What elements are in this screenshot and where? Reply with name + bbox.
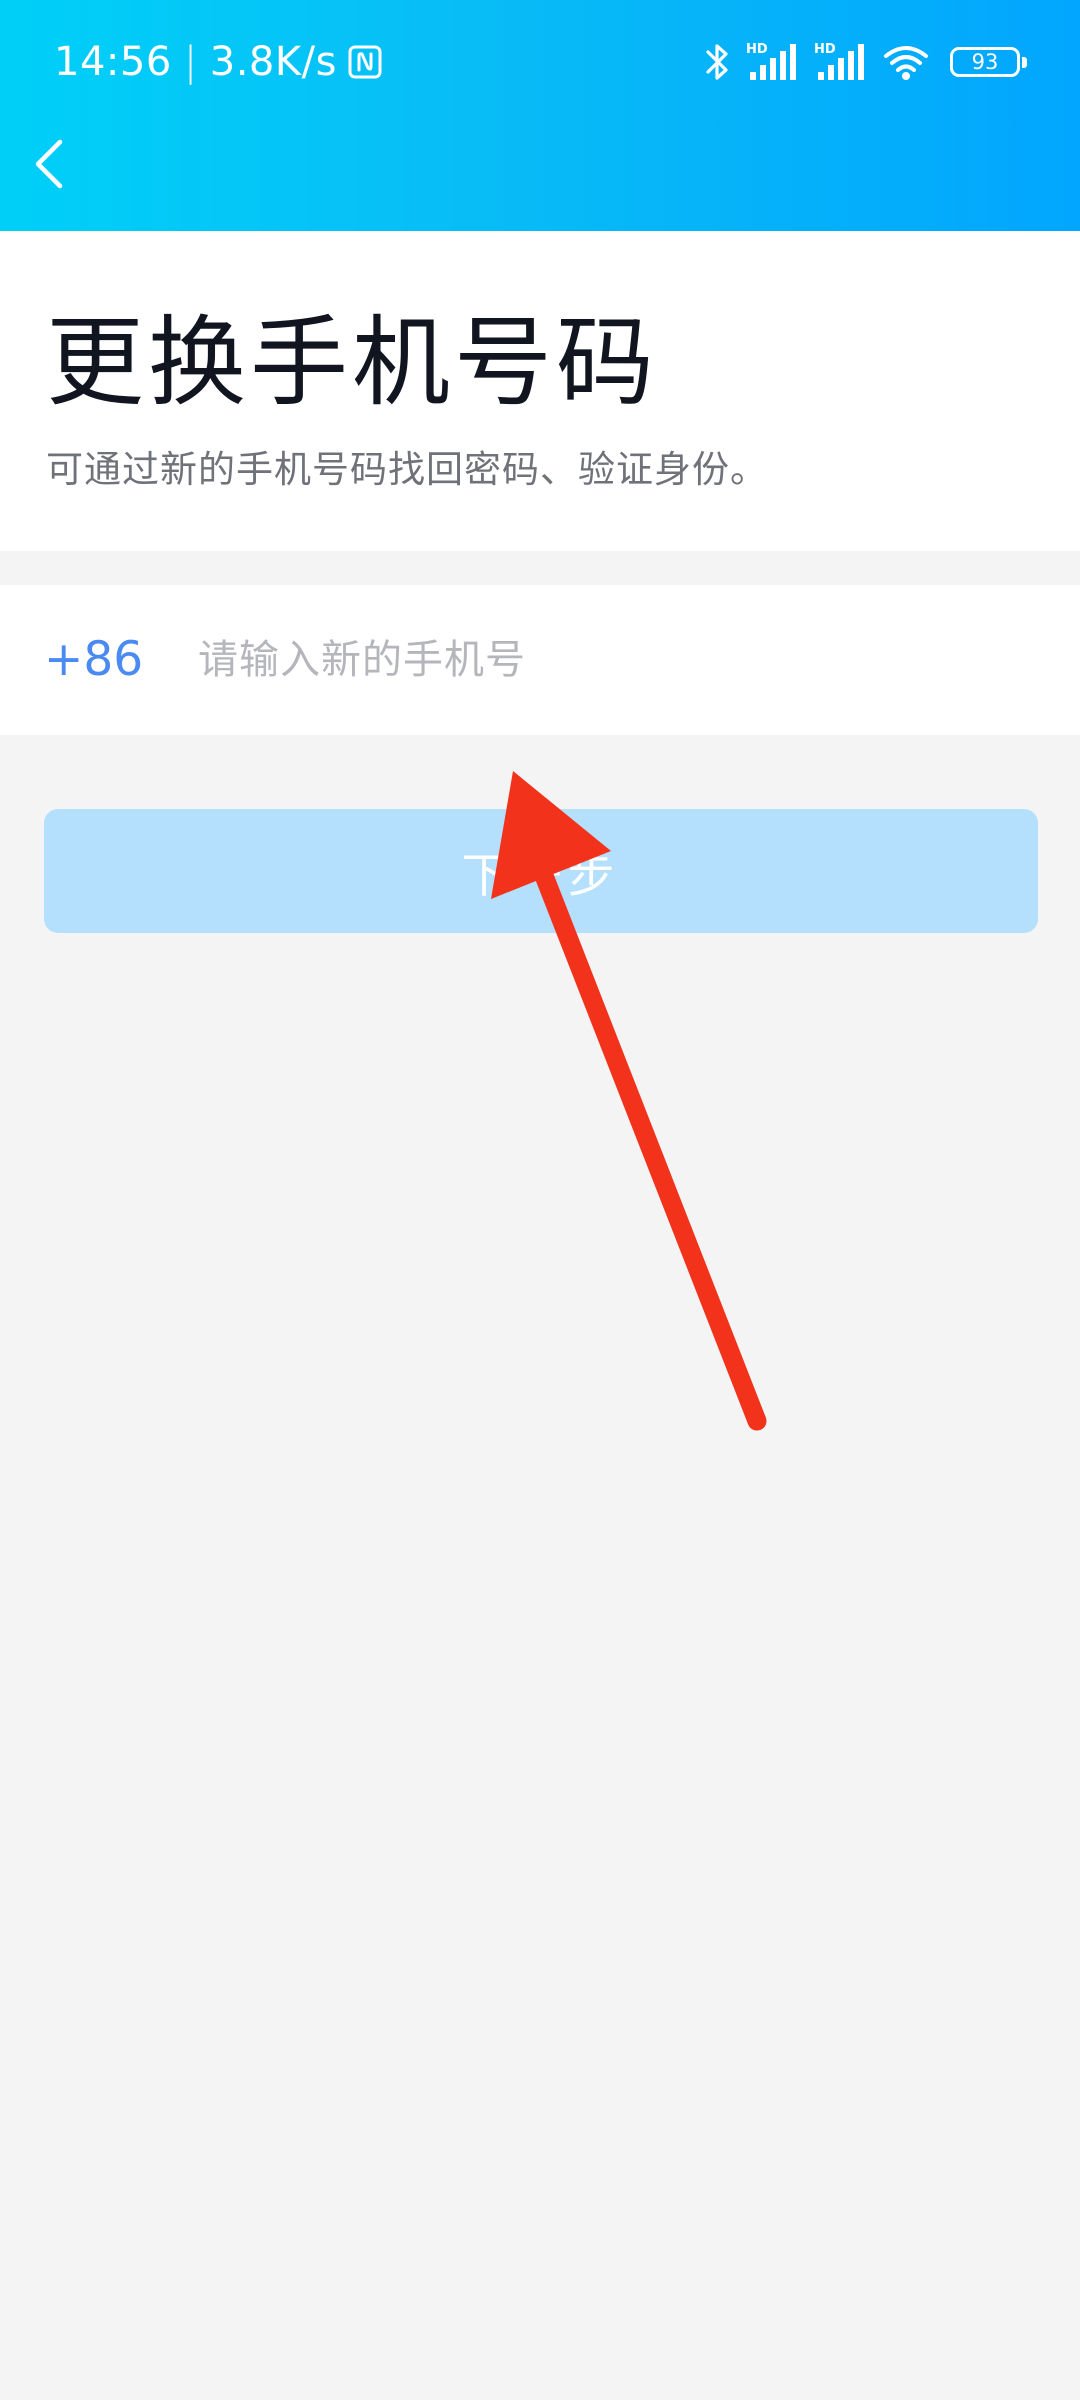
nfc-icon [348,45,382,79]
status-time: 14:56 [54,39,172,85]
page-title: 更换手机号码 [46,306,659,420]
status-left: 14:56 | 3.8K/s [54,34,383,90]
battery-level: 93 [971,50,999,74]
status-bar: 14:56 | 3.8K/s HD HD 93 [0,0,1080,126]
phone-number-input[interactable] [198,620,1018,700]
back-button[interactable] [14,124,84,204]
status-net-speed: 3.8K/s [209,39,337,85]
signal-hd-icon: HD [746,42,796,80]
signal-hd-icon: HD [814,42,864,80]
bluetooth-icon [706,44,728,80]
chevron-left-icon [35,139,63,189]
title-section: 更换手机号码 可通过新的手机号码找回密码、验证身份。 [0,231,1080,551]
app-header: 14:56 | 3.8K/s HD HD 93 [0,0,1080,231]
wifi-icon [884,46,928,80]
status-right: HD HD 93 [704,36,1027,88]
svg-text:HD: HD [746,42,768,57]
country-code-selector[interactable]: +86 [44,585,143,735]
battery-icon: 93 [950,47,1027,77]
svg-text:HD: HD [814,42,836,57]
next-step-button[interactable]: 下一步 [44,809,1038,933]
status-separator: | [183,39,198,85]
phone-input-row: +86 [0,585,1080,735]
page-subtitle: 可通过新的手机号码找回密码、验证身份。 [46,448,768,491]
